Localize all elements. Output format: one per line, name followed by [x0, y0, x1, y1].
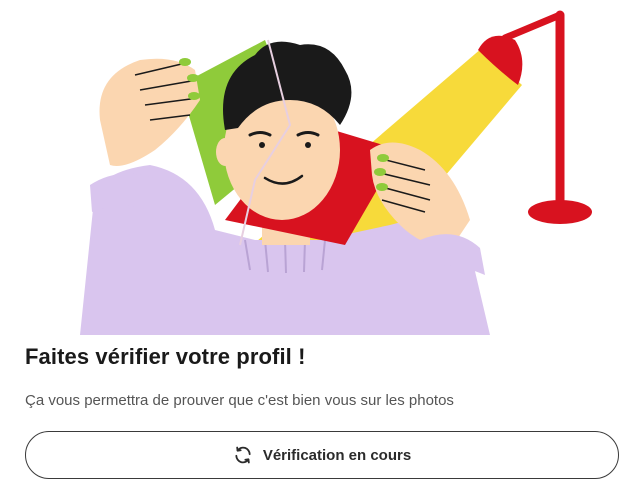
left-hand: [99, 58, 200, 166]
refresh-icon: [233, 445, 253, 465]
verification-status-label: Vérification en cours: [262, 446, 412, 464]
verification-card: Faites vérifier votre profil ! Ça vous p…: [0, 0, 640, 500]
card-title: Faites vérifier votre profil !: [25, 344, 306, 369]
desk-lamp-icon: [478, 10, 592, 224]
verification-status-button[interactable]: Vérification en cours: [25, 431, 619, 479]
card-subtitle: Ça vous permettra de prouver que c'est b…: [25, 392, 454, 409]
verification-illustration: [80, 10, 592, 335]
